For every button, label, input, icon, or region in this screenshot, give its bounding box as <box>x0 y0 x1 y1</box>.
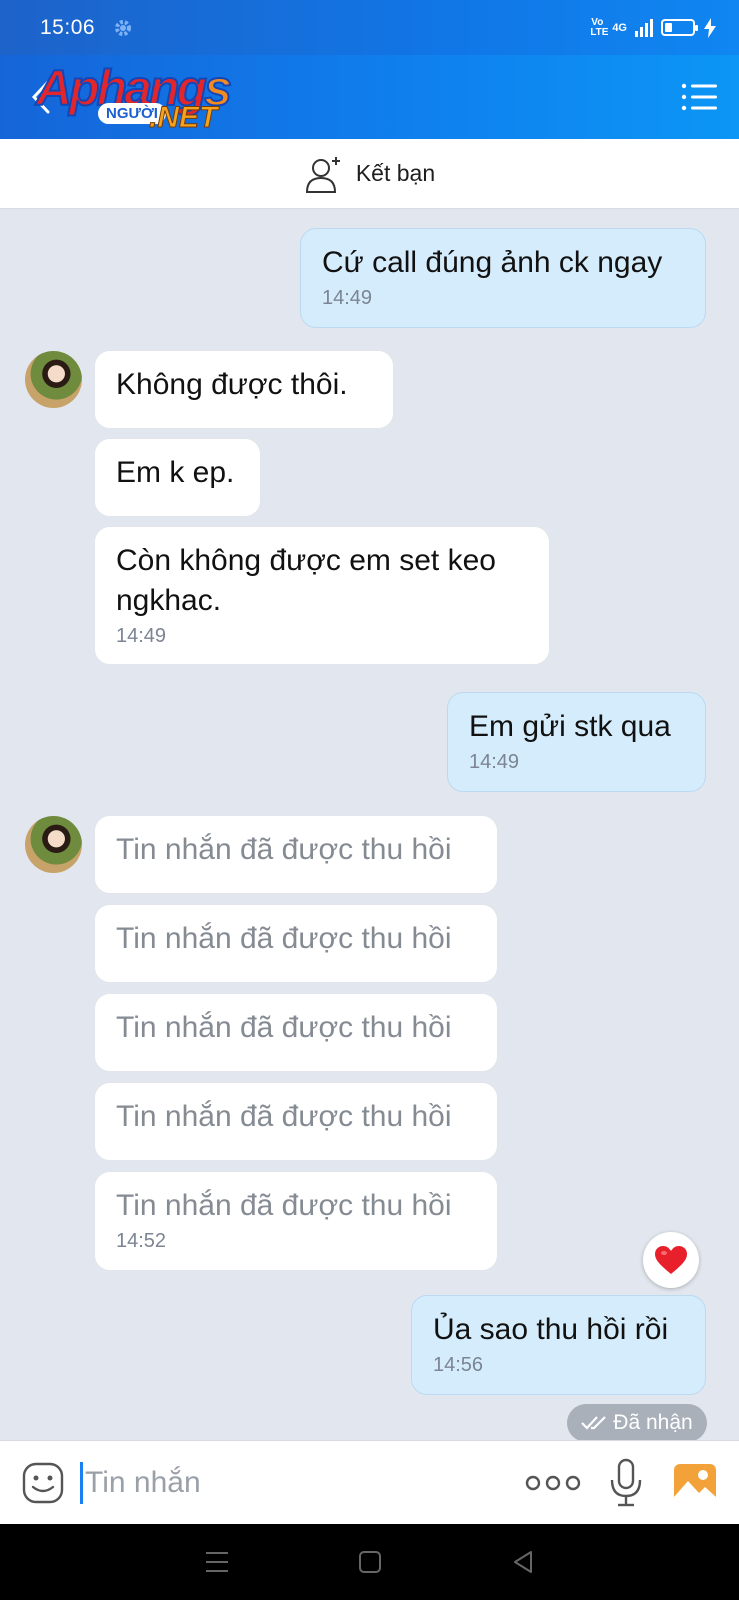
gear-icon <box>115 19 132 36</box>
reaction-heart-button[interactable] <box>643 1232 699 1288</box>
message-text: Tin nhắn đã được thu hồi <box>116 922 452 955</box>
message-input[interactable] <box>80 1461 525 1504</box>
system-navigation-bar <box>0 1524 739 1600</box>
received-status-text: Đã nhận <box>613 1411 693 1434</box>
message-text: Em k ep. <box>116 456 235 489</box>
nav-back-icon[interactable] <box>511 1550 535 1574</box>
recalled-message[interactable]: Tin nhắn đã được thu hồi 14:52 <box>94 1171 498 1271</box>
charging-bolt-icon <box>704 17 716 38</box>
received-status-badge: Đã nhận <box>567 1404 707 1442</box>
message-bubble-incoming[interactable]: Em k ep. <box>94 438 261 517</box>
emoji-icon[interactable] <box>22 1462 64 1504</box>
status-indicators: Vo LTE 4G <box>590 16 717 38</box>
microphone-icon[interactable] <box>609 1458 643 1508</box>
message-time: 14:49 <box>116 625 167 647</box>
menu-list-icon[interactable] <box>681 82 717 112</box>
message-text: Tin nhắn đã được thu hồi <box>116 1100 452 1133</box>
message-text: Tin nhắn đã được thu hồi <box>116 1011 452 1044</box>
chat-header: Aphangs NGƯỜI .NET <box>0 55 739 139</box>
volte-indicator: Vo LTE <box>590 16 609 38</box>
avatar[interactable] <box>25 351 82 408</box>
avatar[interactable] <box>25 816 82 873</box>
more-dots-icon[interactable] <box>525 1473 581 1493</box>
message-text: Em gửi stk qua <box>469 710 671 743</box>
recalled-message[interactable]: Tin nhắn đã được thu hồi <box>94 1082 498 1161</box>
recalled-message[interactable]: Tin nhắn đã được thu hồi <box>94 815 498 894</box>
message-bubble-incoming[interactable]: Còn không được em set keo ngkhac. 14:49 <box>94 526 550 665</box>
add-friend-label: Kết bạn <box>355 160 436 186</box>
message-input-bar <box>0 1440 739 1524</box>
chat-area[interactable]: Cứ call đúng ảnh ck ngay 14:49 Không đượ… <box>0 209 739 1440</box>
nav-home-icon[interactable] <box>358 1550 382 1574</box>
add-friend-icon <box>305 156 340 193</box>
add-friend-button[interactable]: Kết bạn <box>0 139 739 209</box>
network-type: 4G <box>612 21 627 34</box>
message-text: Tin nhắn đã được thu hồi <box>116 833 452 866</box>
watermark-logo: Aphangs NGƯỜI .NET <box>35 59 276 137</box>
heart-icon <box>655 1246 687 1274</box>
message-bubble-outgoing[interactable]: Em gửi stk qua 14:49 <box>447 692 706 792</box>
message-text: Cứ call đúng ảnh ck ngay <box>322 246 663 279</box>
signal-icon <box>635 18 653 37</box>
recalled-message[interactable]: Tin nhắn đã được thu hồi <box>94 993 498 1072</box>
message-bubble-outgoing[interactable]: Ủa sao thu hồi rồi 14:56 <box>411 1295 706 1395</box>
logo-net: .NET <box>148 101 218 135</box>
message-text: Không được thôi. <box>116 368 348 401</box>
status-bar: 15:06 Vo LTE 4G <box>0 0 739 55</box>
recalled-message[interactable]: Tin nhắn đã được thu hồi <box>94 904 498 983</box>
message-bubble-outgoing[interactable]: Cứ call đúng ảnh ck ngay 14:49 <box>300 228 706 328</box>
message-bubble-incoming[interactable]: Không được thôi. <box>94 350 394 429</box>
message-text: Tin nhắn đã được thu hồi <box>116 1189 452 1222</box>
message-text: Ủa sao thu hồi rồi <box>433 1313 669 1346</box>
message-time: 14:49 <box>469 751 520 773</box>
nav-menu-icon[interactable] <box>204 1550 230 1574</box>
double-check-icon <box>581 1416 607 1430</box>
message-time: 14:52 <box>116 1230 167 1252</box>
battery-icon <box>661 19 698 36</box>
message-time: 14:56 <box>433 1354 484 1376</box>
message-time: 14:49 <box>322 287 373 309</box>
image-icon[interactable] <box>673 1463 717 1503</box>
message-text: Còn không được em set keo ngkhac. <box>116 544 496 617</box>
status-time: 15:06 <box>40 15 96 39</box>
